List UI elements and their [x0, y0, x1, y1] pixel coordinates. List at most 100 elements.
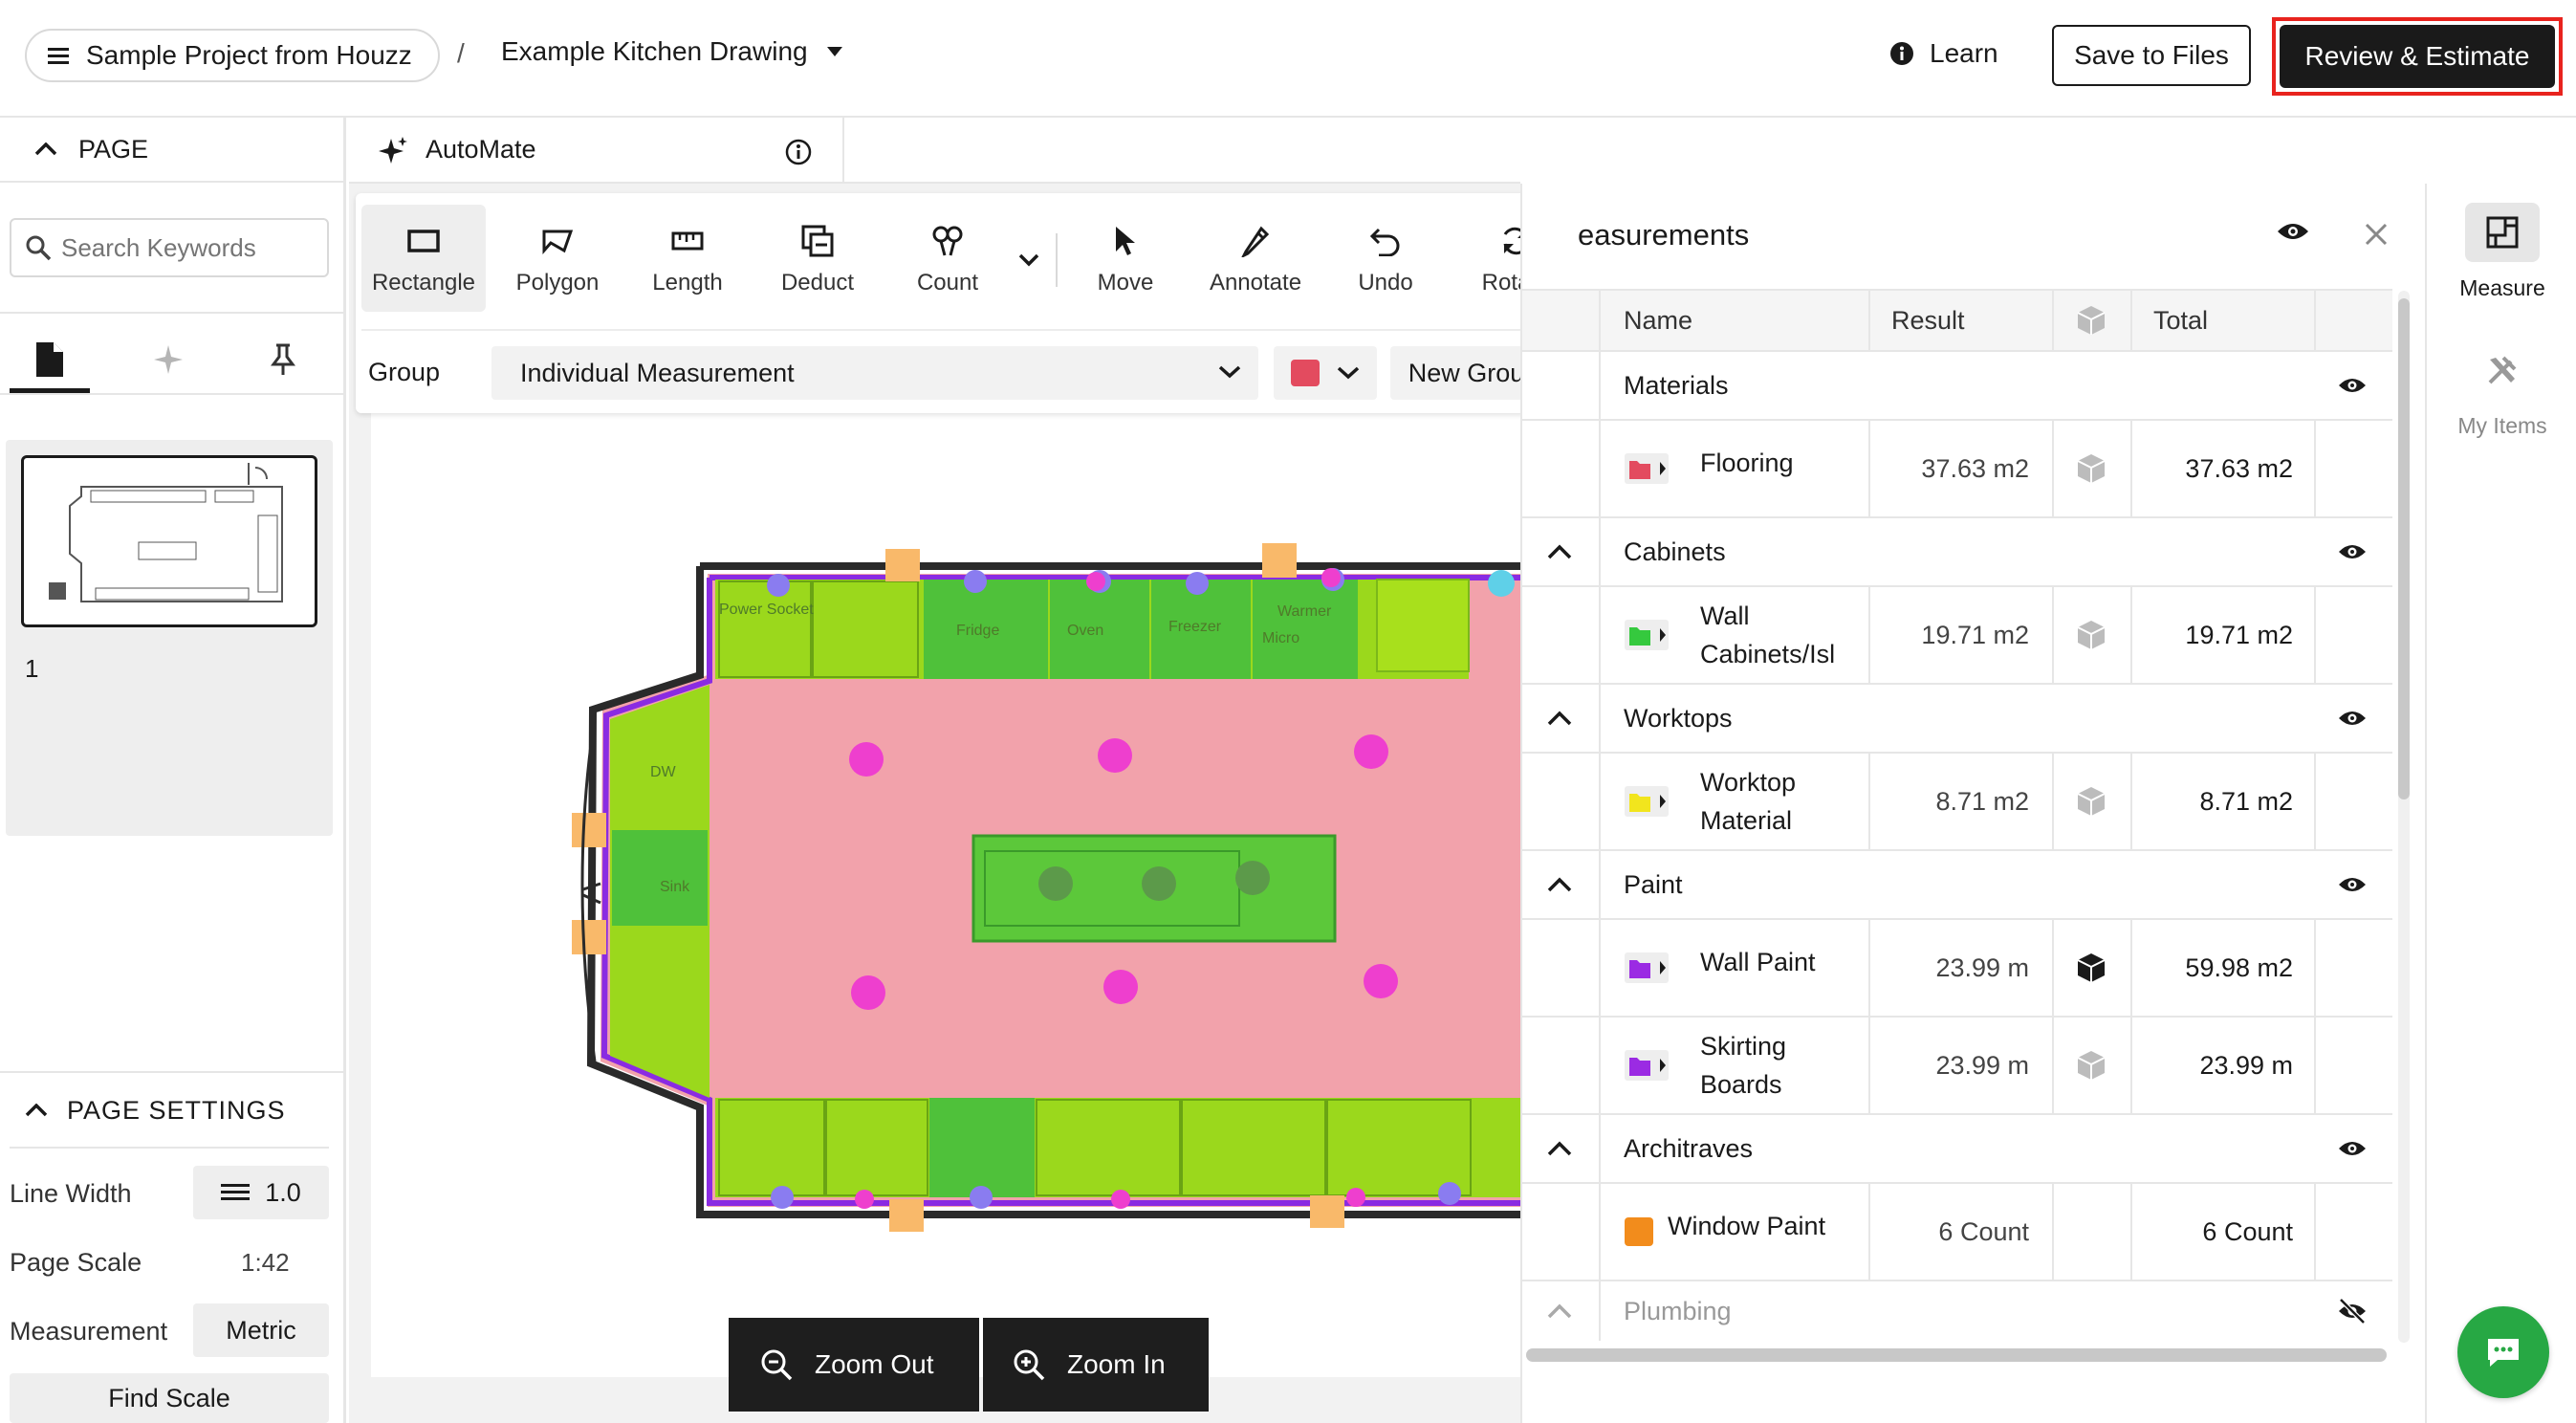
learn-button[interactable]: Learn — [1889, 38, 1998, 69]
group-row-paint[interactable]: Paint — [1522, 851, 2392, 920]
group-color-picker[interactable] — [1274, 346, 1377, 400]
page-thumbnail[interactable] — [21, 455, 317, 627]
group-row-worktops[interactable]: Worktops — [1522, 685, 2392, 754]
tab-pages[interactable] — [10, 326, 90, 393]
review-estimate-button[interactable]: Review & Estimate — [2280, 25, 2555, 88]
tool-rectangle[interactable]: Rectangle — [361, 205, 486, 312]
micro-label: Micro — [1262, 630, 1299, 646]
column-total[interactable]: Total — [2153, 291, 2208, 350]
tool-count[interactable]: Count — [885, 205, 1010, 312]
measurement-row-window-paint[interactable]: Window Paint 6 Count 6 Count — [1522, 1184, 2392, 1281]
group-select[interactable]: Individual Measurement — [491, 346, 1258, 400]
more-tools-chevron-icon[interactable] — [1012, 243, 1046, 277]
measurements-panel: easurements Name Result Total Materials … — [1520, 184, 2425, 1423]
measurement-row-worktop-material[interactable]: Worktop Material 8.71 m2 8.71 m2 — [1522, 754, 2392, 851]
review-estimate-highlight: Review & Estimate — [2272, 17, 2563, 96]
eye-icon[interactable] — [2276, 220, 2310, 243]
chevron-up-icon[interactable] — [1547, 1115, 1572, 1182]
sink-label: Sink — [660, 879, 690, 895]
save-to-files-button[interactable]: Save to Files — [2052, 25, 2251, 86]
zoom-out-button[interactable]: Zoom Out — [729, 1318, 979, 1412]
drawing-selector[interactable]: Example Kitchen Drawing — [501, 36, 842, 67]
chevron-up-icon[interactable] — [1547, 685, 1572, 752]
vertical-scrollbar-track[interactable] — [2398, 291, 2410, 1343]
learn-label: Learn — [1930, 38, 1998, 68]
top-bar: Sample Project from Houzz / Example Kitc… — [0, 0, 2576, 118]
group-row-cabinets[interactable]: Cabinets — [1522, 518, 2392, 587]
search-field[interactable] — [10, 218, 329, 277]
cube-icon[interactable] — [2075, 421, 2107, 516]
tool-undo[interactable]: Undo — [1323, 205, 1448, 312]
measure-layout-icon — [2486, 216, 2519, 249]
group-name: Worktops — [1624, 703, 1733, 733]
measurement-total: 6 Count — [2202, 1216, 2293, 1246]
measurement-row-skirting-boards[interactable]: Skirting Boards 23.99 m 23.99 m — [1522, 1018, 2392, 1115]
tool-annotate[interactable]: Annotate — [1193, 205, 1318, 312]
tool-move[interactable]: Move — [1063, 205, 1188, 312]
folder-icon — [1624, 587, 1670, 683]
project-menu-button[interactable]: Sample Project from Houzz — [25, 29, 440, 82]
cube-icon[interactable] — [2075, 587, 2107, 683]
page-scale-value[interactable]: 1:42 — [241, 1248, 290, 1278]
automate-bar[interactable]: AutoMate — [349, 118, 844, 184]
page-scale-label: Page Scale — [10, 1248, 142, 1277]
cube-icon[interactable] — [2075, 1018, 2107, 1113]
chevron-up-icon[interactable] — [1547, 518, 1572, 585]
line-width-selector[interactable]: 1.0 — [193, 1166, 329, 1219]
right-rail: Measure My Items — [2425, 184, 2576, 1423]
measure-rail-button[interactable] — [2465, 203, 2540, 262]
vertical-scrollbar-thumb[interactable] — [2398, 298, 2410, 799]
page-settings-header[interactable]: PAGE SETTINGS — [0, 1074, 346, 1147]
chat-button[interactable] — [2457, 1306, 2549, 1398]
measurement-result: 37.63 m2 — [1921, 453, 2029, 483]
caret-down-icon — [826, 47, 842, 56]
tool-deduct[interactable]: Deduct — [755, 205, 880, 312]
info-outline-icon[interactable] — [785, 139, 812, 165]
project-label: Sample Project from Houzz — [86, 40, 412, 70]
group-row-architraves[interactable]: Architraves — [1522, 1115, 2392, 1184]
column-name[interactable]: Name — [1624, 291, 1692, 350]
automate-label: AutoMate — [426, 135, 536, 164]
measurement-row-wall-paint[interactable]: Wall Paint 23.99 m 59.98 m2 — [1522, 920, 2392, 1018]
tool-length[interactable]: Length — [625, 205, 750, 312]
sparkle-icon — [378, 135, 408, 165]
group-row-materials[interactable]: Materials — [1522, 352, 2392, 421]
eye-icon[interactable] — [2337, 352, 2368, 419]
zoom-in-button[interactable]: Zoom In — [983, 1318, 1209, 1412]
oven-label: Oven — [1067, 623, 1103, 639]
measurement-row-flooring[interactable]: Flooring 37.63 m2 37.63 m2 — [1522, 421, 2392, 518]
close-icon[interactable] — [2364, 222, 2389, 247]
page-thumbnail-card[interactable]: 1 — [6, 440, 333, 836]
tab-pinned[interactable] — [243, 326, 323, 393]
my-items-rail-button[interactable] — [2465, 340, 2540, 400]
cube-icon[interactable] — [2075, 754, 2107, 849]
measurement-row-wall-cabinets[interactable]: Wall Cabinets/Isl 19.71 m2 19.71 m2 — [1522, 587, 2392, 685]
eye-icon[interactable] — [2337, 518, 2368, 585]
horizontal-scrollbar[interactable] — [1526, 1348, 2387, 1362]
group-value: Individual Measurement — [520, 358, 795, 387]
column-result[interactable]: Result — [1891, 291, 1965, 350]
group-row-plumbing[interactable]: Plumbing — [1522, 1281, 2392, 1341]
ruler-icon — [671, 222, 704, 260]
undo-icon — [1369, 222, 1402, 260]
eye-icon[interactable] — [2337, 1115, 2368, 1182]
group-name: Cabinets — [1624, 536, 1726, 566]
cube-icon[interactable] — [2075, 920, 2107, 1016]
measurement-name: Worktop Material — [1700, 768, 1797, 835]
pen-icon — [1240, 222, 1271, 260]
search-input[interactable] — [61, 232, 300, 263]
chevron-up-icon[interactable] — [1547, 1281, 1572, 1341]
info-icon — [1889, 41, 1914, 66]
tab-automate[interactable] — [128, 326, 208, 393]
eye-off-icon[interactable] — [2337, 1281, 2368, 1341]
divider — [0, 1071, 346, 1073]
save-label: Save to Files — [2074, 40, 2229, 70]
page-section-header[interactable]: PAGE — [0, 118, 346, 183]
eye-icon[interactable] — [2337, 685, 2368, 752]
eye-icon[interactable] — [2337, 851, 2368, 918]
measurement-unit-selector[interactable]: Metric — [193, 1303, 329, 1357]
tool-polygon[interactable]: Polygon — [495, 205, 620, 312]
chevron-up-icon[interactable] — [1547, 851, 1572, 918]
table-header: Name Result Total — [1522, 289, 2392, 352]
find-scale-button[interactable]: Find Scale — [10, 1373, 329, 1423]
